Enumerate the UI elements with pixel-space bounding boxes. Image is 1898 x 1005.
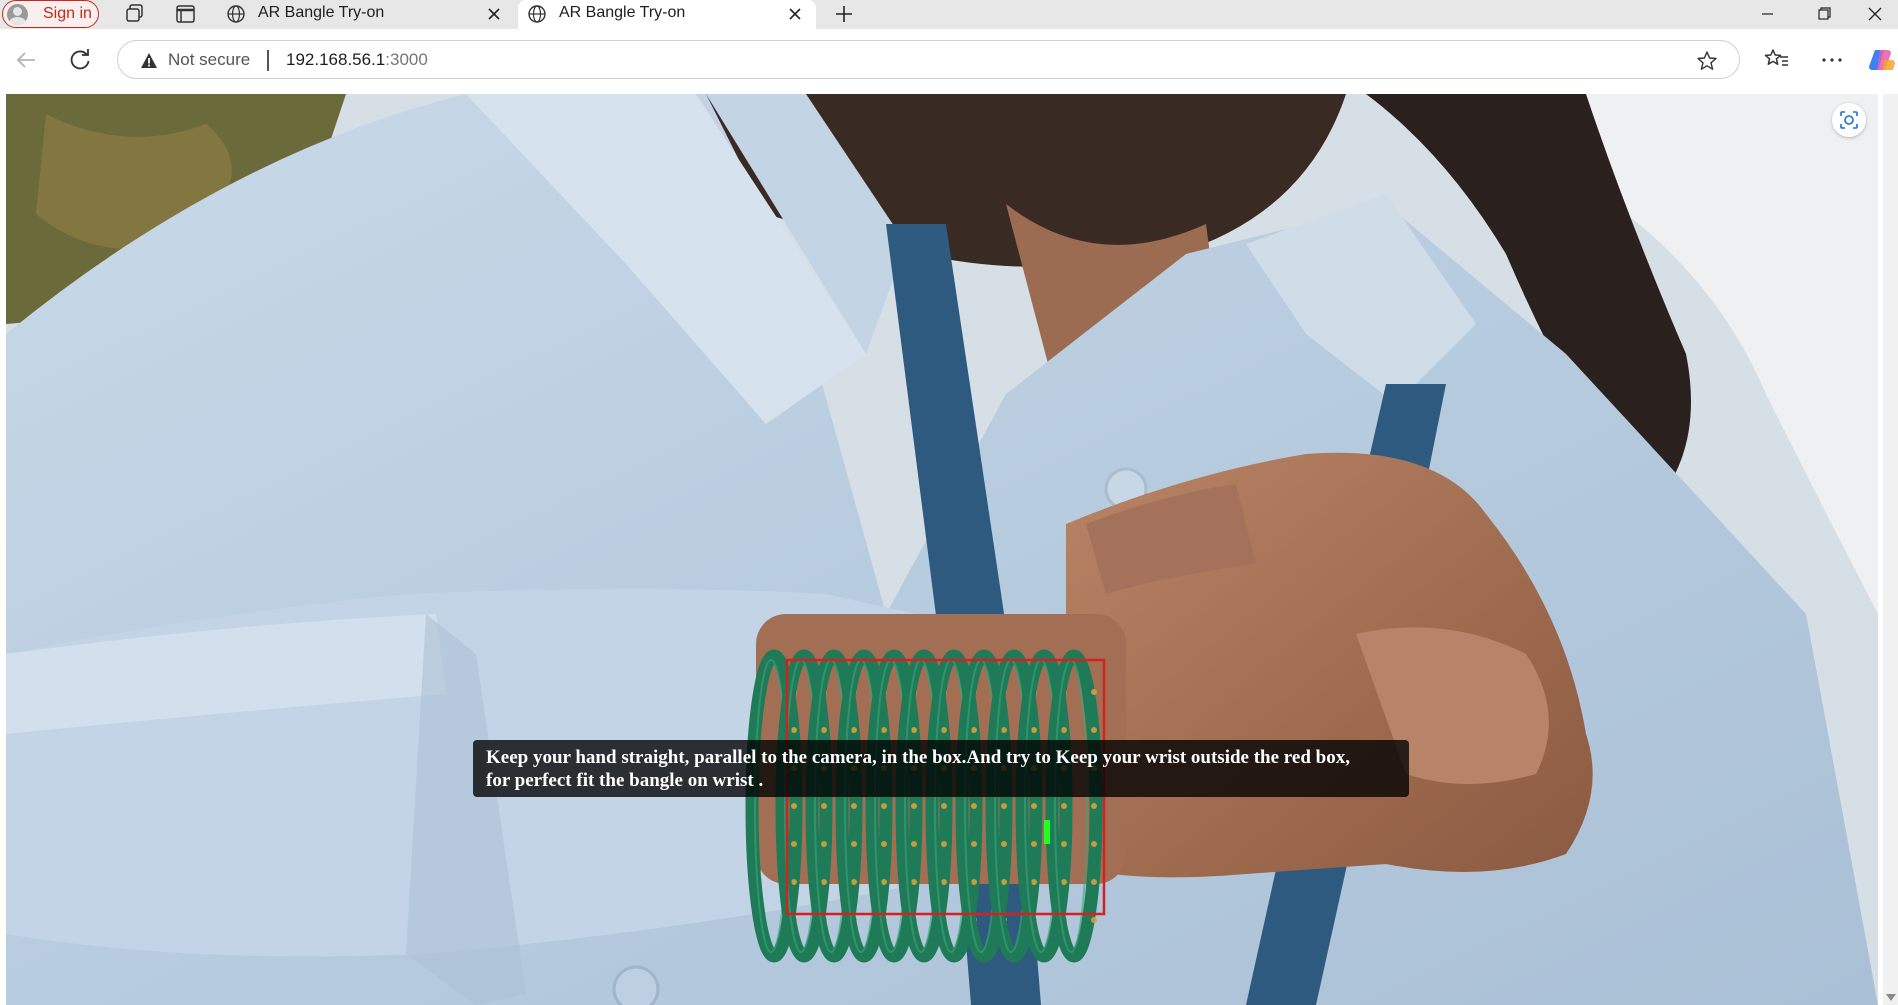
globe-icon: [227, 5, 245, 23]
profile-label: Sign in: [43, 5, 92, 22]
warning-icon[interactable]: [140, 52, 158, 69]
visual-search-icon: [1840, 111, 1858, 129]
close-icon[interactable]: [485, 5, 503, 23]
profile-button[interactable]: Sign in: [2, 0, 99, 28]
refresh-icon[interactable]: [64, 44, 96, 76]
tab-actions-icon: [176, 5, 195, 23]
workspaces-button[interactable]: [115, 1, 151, 27]
globe-icon: [528, 5, 546, 23]
tab-actions-button[interactable]: [167, 1, 203, 27]
camera-viewport: [6, 94, 1878, 1005]
url-text[interactable]: 192.168.56.1:3000: [286, 50, 428, 70]
copilot-icon[interactable]: [1866, 44, 1898, 76]
security-status[interactable]: Not secure: [168, 50, 250, 70]
star-icon[interactable]: [1695, 49, 1719, 73]
tab-ar-bangle-1[interactable]: AR Bangle Try-on: [217, 0, 515, 29]
tab-ar-bangle-2[interactable]: AR Bangle Try-on: [518, 0, 816, 29]
workspaces-icon: [126, 4, 143, 22]
navigation-bar: Not secure 192.168.56.1:3000: [0, 29, 1898, 94]
tracking-marker: [1044, 820, 1050, 844]
close-window-icon[interactable]: [1852, 0, 1898, 28]
instruction-line-2: for perfect fit the bangle on wrist .: [486, 770, 764, 791]
profile-avatar-icon: [7, 4, 28, 25]
address-bar[interactable]: Not secure 192.168.56.1:3000: [117, 40, 1740, 79]
tab-title: AR Bangle Try-on: [258, 4, 385, 21]
instruction-line-1: Keep your hand straight, parallel to the…: [486, 747, 1350, 768]
restore-icon[interactable]: [1801, 0, 1847, 28]
favorites-icon[interactable]: [1761, 44, 1793, 76]
back-arrow-icon[interactable]: [10, 44, 42, 76]
instruction-banner: Keep your hand straight, parallel to the…: [473, 740, 1409, 797]
url-host: 192.168.56.1: [286, 50, 386, 69]
more-icon[interactable]: [1816, 44, 1848, 76]
url-port: :3000: [385, 50, 428, 69]
plus-icon[interactable]: [830, 2, 858, 26]
vertical-scrollbar[interactable]: [1883, 94, 1898, 1005]
security-divider: [267, 50, 269, 71]
close-icon[interactable]: [786, 5, 804, 23]
minimize-icon[interactable]: [1744, 0, 1790, 28]
tab-strip: Sign in AR Bangle Try-on AR Bangle Try-o…: [0, 0, 1898, 29]
visual-search-button[interactable]: [1832, 103, 1866, 137]
tab-title: AR Bangle Try-on: [559, 4, 686, 21]
scroll-down-arrow-icon[interactable]: [1886, 994, 1896, 1001]
